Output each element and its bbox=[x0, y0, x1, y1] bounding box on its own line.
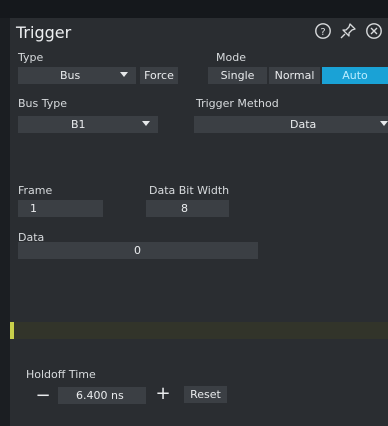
mode-auto-button[interactable]: Auto bbox=[322, 67, 388, 84]
chevron-down-icon bbox=[380, 121, 388, 126]
data-value: 0 bbox=[134, 244, 141, 257]
data-bit-width-label: Data Bit Width bbox=[149, 184, 230, 197]
svg-text:?: ? bbox=[320, 27, 325, 38]
type-select[interactable]: Bus bbox=[18, 67, 136, 84]
holdoff-decrement-button[interactable]: − bbox=[30, 385, 56, 406]
help-icon-glyph: ? bbox=[315, 23, 331, 39]
window-left-strip bbox=[0, 18, 10, 426]
pin-icon-glyph bbox=[340, 23, 356, 39]
chevron-down-icon bbox=[142, 121, 150, 126]
frame-label: Frame bbox=[18, 184, 53, 197]
data-bit-width-value: 8 bbox=[181, 202, 188, 215]
window-top-strip bbox=[0, 0, 388, 18]
frame-input[interactable]: 1 bbox=[18, 200, 103, 217]
trigger-method-label: Trigger Method bbox=[196, 97, 279, 110]
separator-bar bbox=[10, 322, 388, 339]
mode-label: Mode bbox=[216, 51, 246, 64]
data-input[interactable]: 0 bbox=[18, 242, 258, 259]
holdoff-time-label: Holdoff Time bbox=[26, 368, 96, 381]
pin-icon[interactable] bbox=[338, 21, 358, 41]
separator-accent bbox=[10, 322, 14, 339]
close-icon[interactable] bbox=[364, 21, 384, 41]
type-label: Type bbox=[18, 51, 44, 64]
help-icon[interactable]: ? bbox=[313, 21, 333, 41]
bus-type-value: B1 bbox=[71, 118, 86, 131]
force-button[interactable]: Force bbox=[140, 67, 178, 84]
frame-value: 1 bbox=[30, 202, 37, 215]
holdoff-time-input[interactable]: 6.400 ns bbox=[58, 387, 146, 404]
chevron-down-icon bbox=[120, 72, 128, 77]
mode-normal-button[interactable]: Normal bbox=[269, 67, 320, 84]
data-bit-width-input[interactable]: 8 bbox=[146, 200, 229, 217]
holdoff-reset-button[interactable]: Reset bbox=[184, 386, 227, 403]
trigger-method-value: Data bbox=[290, 118, 317, 131]
holdoff-time-value: 6.400 ns bbox=[76, 389, 124, 402]
mode-single-button[interactable]: Single bbox=[208, 67, 267, 84]
bus-type-select[interactable]: B1 bbox=[18, 116, 158, 133]
trigger-method-select[interactable]: Data bbox=[194, 116, 388, 133]
close-icon-glyph bbox=[366, 23, 382, 39]
bus-type-label: Bus Type bbox=[18, 97, 68, 110]
type-value: Bus bbox=[60, 69, 81, 82]
holdoff-increment-button[interactable]: + bbox=[150, 383, 176, 404]
panel-title: Trigger bbox=[16, 23, 72, 42]
